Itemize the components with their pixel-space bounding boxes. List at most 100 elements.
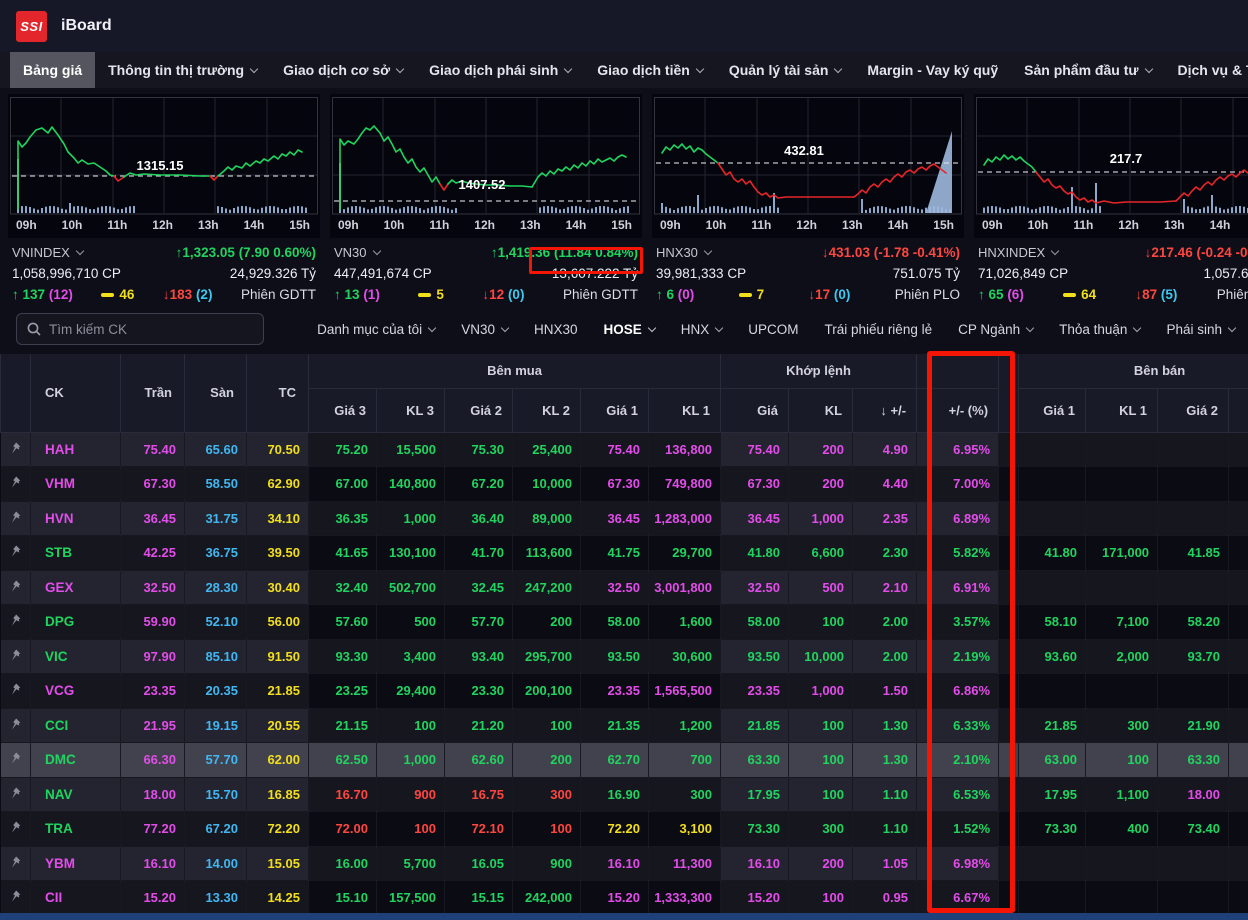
sell-price1[interactable]: 63.00 [1019,743,1086,778]
ticker-symbol[interactable]: YBM [31,846,121,881]
sort-desc-icon[interactable]: ↓ [880,403,887,418]
sell-vol2[interactable]: 12,000 [1229,605,1248,640]
stock-row-GEX[interactable]: GEX32.5028.3030.4032.40502,70032.45247,2… [1,570,1248,605]
ceiling-price[interactable]: 67.30 [121,467,185,502]
buy-price2[interactable]: 16.75 [445,777,513,812]
index-name-dropdown[interactable]: HNX30 [656,245,711,260]
buy-vol3[interactable]: 900 [377,777,445,812]
col-header-change[interactable]: ↓ +/- [853,388,917,432]
buy-price3[interactable]: 15.10 [309,881,377,916]
pin-icon[interactable] [10,890,21,902]
ceiling-price[interactable]: 21.95 [121,708,185,743]
market-tab[interactable]: CP Ngành [945,322,1046,337]
buy-vol3[interactable]: 100 [377,812,445,847]
sell-vol1[interactable]: 1,100 [1086,777,1158,812]
search-input[interactable] [49,322,253,337]
stock-row-VIC[interactable]: VIC97.9085.1091.5093.303,40093.40295,700… [1,639,1248,674]
reference-price[interactable]: 39.50 [247,536,309,571]
change[interactable]: 0.95 [853,881,917,916]
buy-vol1[interactable]: 1,565,500 [649,674,721,709]
pin-icon[interactable] [10,718,21,730]
matched-price[interactable]: 16.10 [721,846,789,881]
index-name-dropdown[interactable]: HNXINDEX [978,245,1058,260]
matched-price[interactable]: 75.40 [721,432,789,467]
buy-vol3[interactable]: 29,400 [377,674,445,709]
matched-price[interactable]: 17.95 [721,777,789,812]
col-header-buy-vol2[interactable]: KL 2 [513,388,581,432]
reference-price[interactable]: 62.90 [247,467,309,502]
floor-price[interactable]: 85.10 [185,639,247,674]
buy-vol1[interactable]: 29,700 [649,536,721,571]
col-header-sell-vol2[interactable]: KL 2 [1229,388,1248,432]
sell-price2[interactable]: 58.20 [1158,605,1229,640]
buy-price1[interactable]: 36.45 [581,501,649,536]
matched-price[interactable]: 63.30 [721,743,789,778]
buy-vol1[interactable]: 1,600 [649,605,721,640]
change[interactable]: 1.10 [853,812,917,847]
buy-price3[interactable]: 21.15 [309,708,377,743]
sell-price1[interactable] [1019,467,1086,502]
matched-price[interactable]: 67.30 [721,467,789,502]
change-pct[interactable]: 6.91% [917,570,999,605]
buy-vol3[interactable]: 3,400 [377,639,445,674]
buy-price1[interactable]: 93.50 [581,639,649,674]
sell-price1[interactable] [1019,432,1086,467]
reference-price[interactable]: 62.00 [247,743,309,778]
ticker-symbol[interactable]: DMC [31,743,121,778]
buy-vol3[interactable]: 130,100 [377,536,445,571]
buy-vol2[interactable]: 113,600 [513,536,581,571]
index-name-dropdown[interactable]: VN30 [334,245,380,260]
buy-vol3[interactable]: 100 [377,708,445,743]
nav-item[interactable]: Thông tin thị trường [95,52,270,88]
buy-vol1[interactable]: 1,200 [649,708,721,743]
pin-icon[interactable] [10,545,21,557]
sell-vol1[interactable] [1086,570,1158,605]
change[interactable]: 2.35 [853,501,917,536]
sell-vol2[interactable] [1229,674,1248,709]
buy-vol1[interactable]: 1,333,300 [649,881,721,916]
buy-vol3[interactable]: 140,800 [377,467,445,502]
change[interactable]: 2.10 [853,570,917,605]
change[interactable]: 2.00 [853,639,917,674]
change[interactable]: 1.30 [853,743,917,778]
sell-price1[interactable]: 41.80 [1019,536,1086,571]
change-pct[interactable]: 6.33% [917,708,999,743]
buy-vol2[interactable]: 100 [513,812,581,847]
ceiling-price[interactable]: 66.30 [121,743,185,778]
buy-price2[interactable]: 15.15 [445,881,513,916]
ceiling-price[interactable]: 75.40 [121,432,185,467]
sell-price1[interactable]: 93.60 [1019,639,1086,674]
market-tab[interactable]: Trái phiếu riêng lẻ [812,322,946,337]
buy-price2[interactable]: 23.30 [445,674,513,709]
floor-price[interactable]: 19.15 [185,708,247,743]
sell-price1[interactable]: 58.10 [1019,605,1086,640]
sell-price1[interactable] [1019,881,1086,916]
nav-item[interactable]: Sản phẩm đầu tư [1011,52,1164,88]
matched-vol[interactable]: 200 [789,846,853,881]
matched-vol[interactable]: 100 [789,605,853,640]
ticker-symbol[interactable]: HVN [31,501,121,536]
change[interactable]: 1.10 [853,777,917,812]
buy-price2[interactable]: 72.10 [445,812,513,847]
reference-price[interactable]: 56.00 [247,605,309,640]
buy-price1[interactable]: 58.00 [581,605,649,640]
buy-vol3[interactable]: 500 [377,605,445,640]
sell-price2[interactable]: 93.70 [1158,639,1229,674]
matched-price[interactable]: 41.80 [721,536,789,571]
ceiling-price[interactable]: 16.10 [121,846,185,881]
buy-vol1[interactable]: 700 [649,743,721,778]
sell-vol1[interactable] [1086,881,1158,916]
stock-row-CII[interactable]: CII15.2013.3014.2515.10157,50015.15242,0… [1,881,1248,916]
ceiling-price[interactable]: 77.20 [121,812,185,847]
buy-price3[interactable]: 93.30 [309,639,377,674]
buy-price1[interactable]: 23.35 [581,674,649,709]
buy-price3[interactable]: 16.70 [309,777,377,812]
nav-item[interactable]: Bảng giá [10,52,95,88]
market-tab[interactable]: HNX [668,322,736,337]
change-pct[interactable]: 6.95% [917,432,999,467]
sell-vol2[interactable]: 1,400 [1229,708,1248,743]
pin-icon[interactable] [10,614,21,626]
sell-price1[interactable] [1019,846,1086,881]
sell-price2[interactable] [1158,570,1229,605]
buy-price2[interactable]: 41.70 [445,536,513,571]
